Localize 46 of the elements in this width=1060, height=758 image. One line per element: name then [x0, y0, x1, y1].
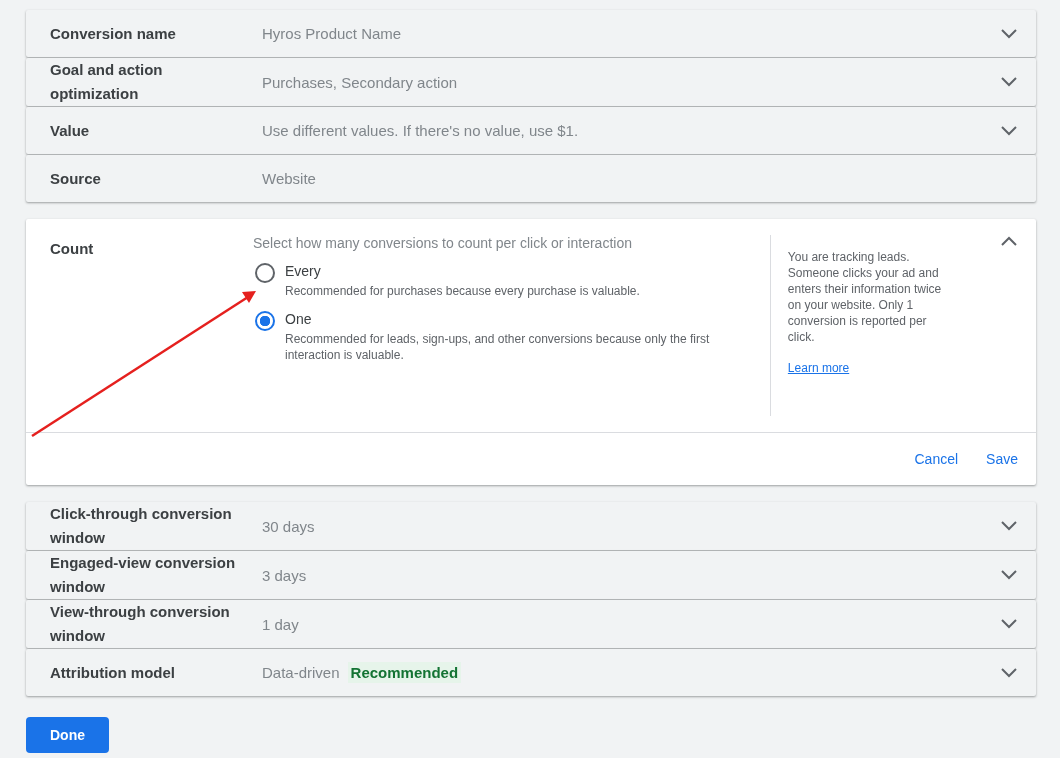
- setting-row[interactable]: Conversion name Hyros Product Name: [26, 10, 1036, 57]
- action-button[interactable]: Save: [976, 443, 1028, 475]
- setting-label: Goal and action optimization: [50, 60, 164, 104]
- setting-row[interactable]: Goal and action optimization Purchases, Secondary action: [26, 58, 1036, 106]
- setting-row[interactable]: Value Use different values. If there's no value, use $1.: [26, 107, 1036, 154]
- setting-row[interactable]: Engaged-view conversion window 3 days: [26, 551, 1036, 599]
- setting-value: Purchases, Secondary action: [262, 73, 458, 91]
- collapse-chevron-icon[interactable]: [1000, 235, 1018, 247]
- option-label: One: [285, 311, 313, 327]
- expand-chevron-icon[interactable]: [1000, 76, 1018, 88]
- radio-button[interactable]: [255, 263, 275, 283]
- setting-label: Engaged-view conversion window: [50, 553, 237, 597]
- setting-value: Data-driven: [262, 664, 340, 681]
- setting-row[interactable]: View-through conversion window 1 day: [26, 600, 1036, 648]
- action-button[interactable]: Cancel: [904, 443, 969, 475]
- setting-value: 1 day: [262, 615, 299, 633]
- done-button[interactable]: Done: [26, 717, 109, 753]
- setting-label: Value: [50, 120, 91, 141]
- expand-chevron-icon[interactable]: [1000, 27, 1018, 40]
- option-label: Every: [285, 263, 322, 279]
- setting-row[interactable]: Attribution model Data-driven Recommended: [26, 649, 1036, 696]
- setting-label: Attribution model: [50, 662, 176, 683]
- expand-chevron-icon[interactable]: [1000, 666, 1018, 679]
- setting-label: View-through conversion window: [50, 602, 231, 646]
- setting-label: Conversion name: [50, 23, 177, 44]
- setting-label: Source: [50, 168, 102, 189]
- expand-chevron-icon[interactable]: [1000, 124, 1018, 137]
- expand-chevron-icon[interactable]: [1000, 520, 1018, 532]
- learn-more-link[interactable]: Learn more: [787, 361, 850, 375]
- option-description: Recommended for purchases because every purchase is valuable.: [285, 283, 640, 299]
- setting-label: Count: [50, 239, 95, 259]
- setting-label: Click-through conversion window: [50, 504, 233, 548]
- setting-value: Use different values. If there's no value, use $1.: [262, 122, 579, 139]
- setting-row[interactable]: Click-through conversion window 30 days: [26, 502, 1036, 550]
- option-description: Recommended for leads, sign-ups, and other conversions because only the first interaction is valuable.: [285, 331, 711, 363]
- expand-chevron-icon[interactable]: [1000, 569, 1018, 581]
- radio-button[interactable]: [255, 311, 275, 331]
- setting-value: Website: [262, 170, 316, 187]
- prompt-text: Select how many conversions to count per click or interaction: [253, 235, 633, 251]
- recommended-badge: Recommended: [347, 662, 462, 683]
- setting-value: Hyros Product Name: [262, 25, 402, 42]
- setting-value: 3 days: [262, 566, 307, 584]
- setting-row[interactable]: Source Website: [26, 155, 1036, 202]
- setting-value: 30 days: [262, 517, 315, 535]
- help-text: You are tracking leads. Someone clicks your ad and enters their information twice on your website. Only 1 conversion is reported per click.: [787, 249, 943, 345]
- expand-chevron-icon[interactable]: [1000, 618, 1018, 630]
